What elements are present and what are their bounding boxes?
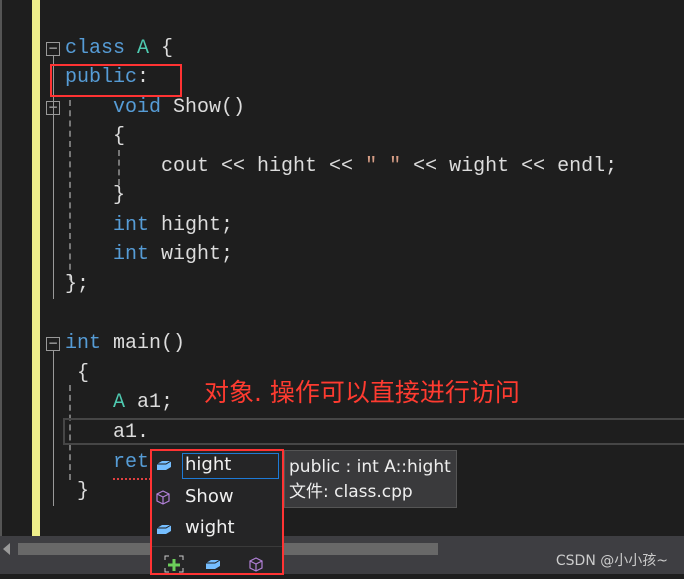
expand-filter-icon[interactable] <box>164 555 184 573</box>
keyword: int <box>65 214 162 237</box>
code-line: } <box>65 184 126 207</box>
method-icon <box>156 490 170 505</box>
code-line[interactable]: a1. <box>65 421 149 445</box>
function-name: Show <box>173 96 222 119</box>
code-line: int wight; <box>65 243 233 267</box>
string-literal: " " <box>365 155 402 178</box>
code-line: { <box>65 125 126 148</box>
current-line-highlight <box>63 418 684 445</box>
code-line: cout << hight << " " << wight << endl; <box>65 155 617 179</box>
quick-info-tooltip: public : int A::hight 文件: class.cpp <box>284 450 457 508</box>
tooltip-signature: public : int A::hight <box>289 457 451 477</box>
code-text: hight; <box>161 214 234 237</box>
code-text: () <box>221 96 246 119</box>
code-line: int hight; <box>65 214 233 238</box>
keyword: class <box>65 37 138 60</box>
code-line: ret <box>65 451 149 475</box>
code-text: wight; <box>161 243 234 266</box>
completion-item-wight[interactable]: wight <box>152 514 282 544</box>
fold-toggle-main[interactable]: − <box>46 337 60 351</box>
keyword: void <box>65 96 174 119</box>
annotation-text: 对象. 操作可以直接进行访问 <box>204 378 520 407</box>
field-filter-icon[interactable] <box>205 558 221 570</box>
item-label: wight <box>185 517 235 538</box>
error-squiggle <box>113 474 151 480</box>
method-filter-icon[interactable] <box>249 557 263 572</box>
keyword: int <box>65 332 114 355</box>
fold-line <box>53 115 54 212</box>
code-line: } <box>65 480 90 503</box>
item-label: Show <box>185 486 234 507</box>
code-text: () <box>161 332 186 355</box>
fold-toggle-class[interactable]: − <box>46 42 60 56</box>
function-name: main <box>113 332 162 355</box>
watermark: CSDN @小小孩~ <box>555 553 668 569</box>
divider <box>152 546 282 547</box>
code-text: a1; <box>137 391 174 414</box>
completion-popup: hight Show wight <box>150 449 284 575</box>
code-text: << wight << endl; <box>401 155 618 178</box>
code-line: }; <box>65 273 90 296</box>
completion-item-hight[interactable]: hight <box>152 451 282 481</box>
type-name: A <box>137 37 150 60</box>
item-label: hight <box>185 454 232 475</box>
type-name: A <box>65 391 138 414</box>
code-text: cout << hight << <box>65 155 366 178</box>
scroll-left-icon[interactable] <box>3 543 10 555</box>
code-line: int main() <box>65 332 185 356</box>
code-line: A a1; <box>65 391 173 415</box>
code-text: { <box>149 37 174 60</box>
field-icon <box>157 524 172 534</box>
change-indicator-bar <box>32 0 40 536</box>
highlight-box-public <box>50 64 182 97</box>
fold-line <box>53 351 54 506</box>
keyword: ret <box>65 451 150 474</box>
completion-item-show[interactable]: Show <box>152 483 282 513</box>
code-line: class A { <box>65 37 173 61</box>
code-line: void Show() <box>65 96 245 120</box>
keyword: int <box>65 243 162 266</box>
tooltip-file: 文件: class.cpp <box>289 482 413 502</box>
editor-gutter <box>0 0 35 536</box>
code-line: { <box>65 362 90 385</box>
field-icon <box>157 460 172 470</box>
